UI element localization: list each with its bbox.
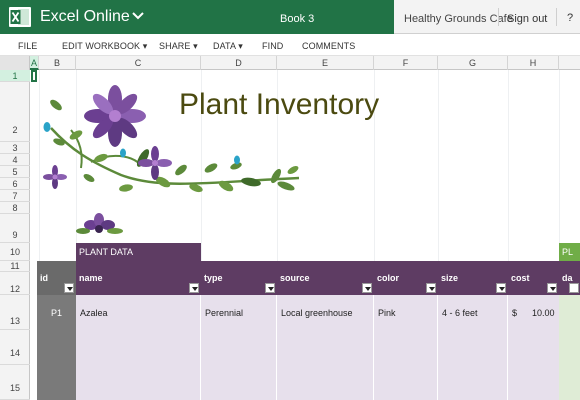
name-cell[interactable]: Azalea bbox=[76, 295, 201, 400]
caret-down-icon: ▾ bbox=[142, 41, 148, 51]
source-header-label: source bbox=[280, 273, 310, 283]
filter-dropdown-icon[interactable] bbox=[569, 283, 579, 293]
table-header-row: id name type source color size cost bbox=[37, 261, 559, 295]
cost-value: 10.00 bbox=[532, 308, 555, 318]
divider bbox=[498, 8, 499, 26]
menu-data[interactable]: DATA ▾ bbox=[213, 41, 243, 52]
name-value: Azalea bbox=[80, 308, 108, 318]
id-value: P1 bbox=[51, 308, 63, 318]
sign-out-link[interactable]: Sign out bbox=[507, 13, 547, 25]
source-header[interactable]: source bbox=[277, 261, 374, 295]
column-header-b[interactable]: B bbox=[39, 56, 76, 70]
row-header[interactable]: 7 bbox=[0, 190, 30, 202]
column-header-c[interactable]: C bbox=[76, 56, 201, 70]
row-header[interactable]: 5 bbox=[0, 166, 30, 178]
type-cell[interactable]: Perennial bbox=[201, 295, 277, 400]
row-header[interactable]: 8 bbox=[0, 202, 30, 214]
filter-dropdown-icon[interactable] bbox=[362, 283, 372, 293]
filter-dropdown-icon[interactable] bbox=[189, 283, 199, 293]
row-header[interactable]: 13 bbox=[0, 295, 30, 330]
filter-dropdown-icon[interactable] bbox=[547, 283, 557, 293]
source-value: Local greenhouse bbox=[281, 308, 353, 318]
size-value: 4 - 6 feet bbox=[442, 308, 478, 318]
type-value: Perennial bbox=[205, 308, 244, 318]
column-header-d[interactable]: D bbox=[201, 56, 277, 70]
user-name[interactable]: Healthy Grounds Cafe bbox=[404, 13, 513, 25]
menu-edit-workbook[interactable]: EDIT WORKBOOK ▾ bbox=[62, 41, 147, 52]
cost-header-label: cost bbox=[511, 273, 530, 283]
column-headers: A B C D E F G H bbox=[0, 56, 580, 70]
filter-dropdown-icon[interactable] bbox=[496, 283, 506, 293]
column-header-a[interactable]: A bbox=[30, 56, 39, 70]
color-header[interactable]: color bbox=[374, 261, 438, 295]
color-header-label: color bbox=[377, 273, 400, 283]
app-name[interactable]: Excel Online bbox=[40, 8, 130, 26]
type-header-label: type bbox=[204, 273, 223, 283]
column-header-h[interactable]: H bbox=[508, 56, 559, 70]
divider bbox=[556, 8, 557, 26]
menu-file[interactable]: FILE bbox=[18, 41, 37, 51]
menu-find[interactable]: FIND bbox=[262, 41, 283, 51]
row-header[interactable]: 4 bbox=[0, 154, 30, 166]
filter-dropdown-icon[interactable] bbox=[64, 283, 74, 293]
source-cell[interactable]: Local greenhouse bbox=[277, 295, 374, 400]
help-button[interactable]: ? bbox=[567, 12, 573, 24]
column-header-g[interactable]: G bbox=[438, 56, 508, 70]
filter-dropdown-icon[interactable] bbox=[426, 283, 436, 293]
caret-down-icon: ▾ bbox=[193, 41, 198, 51]
row-header[interactable]: 1 bbox=[0, 70, 30, 82]
menu-edit-workbook-label: EDIT WORKBOOK bbox=[62, 41, 141, 51]
color-cell[interactable]: Pink bbox=[374, 295, 438, 400]
app-bar: Excel Online Book 3 Healthy Grounds Cafe… bbox=[0, 0, 580, 34]
filter-dropdown-icon[interactable] bbox=[265, 283, 275, 293]
excel-logo-icon[interactable] bbox=[9, 7, 31, 27]
next-table-header: da bbox=[559, 261, 580, 295]
worksheet-grid[interactable]: Plant Inventory PLANT DATA id name type … bbox=[31, 70, 580, 400]
menu-comments[interactable]: COMMENTS bbox=[302, 41, 355, 51]
row-header[interactable]: 2 bbox=[0, 82, 30, 142]
row-header[interactable]: 6 bbox=[0, 178, 30, 190]
size-header-label: size bbox=[441, 273, 459, 283]
row-header[interactable]: 15 bbox=[0, 365, 30, 400]
size-cell[interactable]: 4 - 6 feet bbox=[438, 295, 508, 400]
id-header-cell[interactable]: id bbox=[37, 261, 76, 295]
column-header-e[interactable]: E bbox=[277, 56, 374, 70]
id-header: id bbox=[37, 261, 76, 295]
table-row: P1 Azalea Perennial Local greenhouse Pin… bbox=[37, 295, 559, 400]
next-table-stub[interactable]: PL da bbox=[559, 243, 580, 400]
row-header[interactable]: 11 bbox=[0, 261, 30, 272]
name-header[interactable]: name bbox=[76, 261, 201, 295]
color-value: Pink bbox=[378, 308, 396, 318]
row-header[interactable]: 14 bbox=[0, 330, 30, 365]
workbook-title[interactable]: Book 3 bbox=[280, 13, 314, 25]
caret-down-icon: ▾ bbox=[238, 41, 243, 51]
menu-share-label: SHARE bbox=[159, 41, 191, 51]
plant-data-label[interactable]: PLANT DATA bbox=[76, 243, 201, 262]
ribbon-menu: FILE EDIT WORKBOOK ▾ SHARE ▾ DATA ▾ FIND… bbox=[0, 34, 580, 56]
row-header[interactable]: 3 bbox=[0, 142, 30, 154]
cost-cell[interactable]: $ 10.00 bbox=[508, 295, 559, 400]
row-header[interactable]: 9 bbox=[0, 214, 30, 243]
next-table-header-label: da bbox=[562, 273, 573, 283]
sheet-title[interactable]: Plant Inventory bbox=[179, 88, 379, 122]
chevron-down-icon[interactable] bbox=[131, 9, 145, 23]
menu-share[interactable]: SHARE ▾ bbox=[159, 41, 198, 52]
account-bar: Healthy Grounds Cafe Sign out ? bbox=[394, 0, 580, 34]
next-table-label-bar: PL bbox=[559, 243, 580, 262]
id-header-label: id bbox=[40, 273, 48, 283]
row-header[interactable]: 10 bbox=[0, 243, 30, 261]
row-headers: 1 2 3 4 5 6 7 8 9 10 11 12 13 14 15 bbox=[0, 70, 30, 400]
column-header-f[interactable]: F bbox=[374, 56, 438, 70]
id-cell[interactable]: P1 bbox=[37, 295, 76, 400]
cost-header[interactable]: cost bbox=[508, 261, 559, 295]
row-header[interactable]: 12 bbox=[0, 272, 30, 295]
name-header-label: name bbox=[79, 273, 103, 283]
cost-symbol: $ bbox=[512, 308, 518, 318]
select-all-corner[interactable] bbox=[0, 56, 30, 70]
next-table-label: PL bbox=[562, 247, 574, 257]
menu-data-label: DATA bbox=[213, 41, 236, 51]
size-header[interactable]: size bbox=[438, 261, 508, 295]
type-header[interactable]: type bbox=[201, 261, 277, 295]
